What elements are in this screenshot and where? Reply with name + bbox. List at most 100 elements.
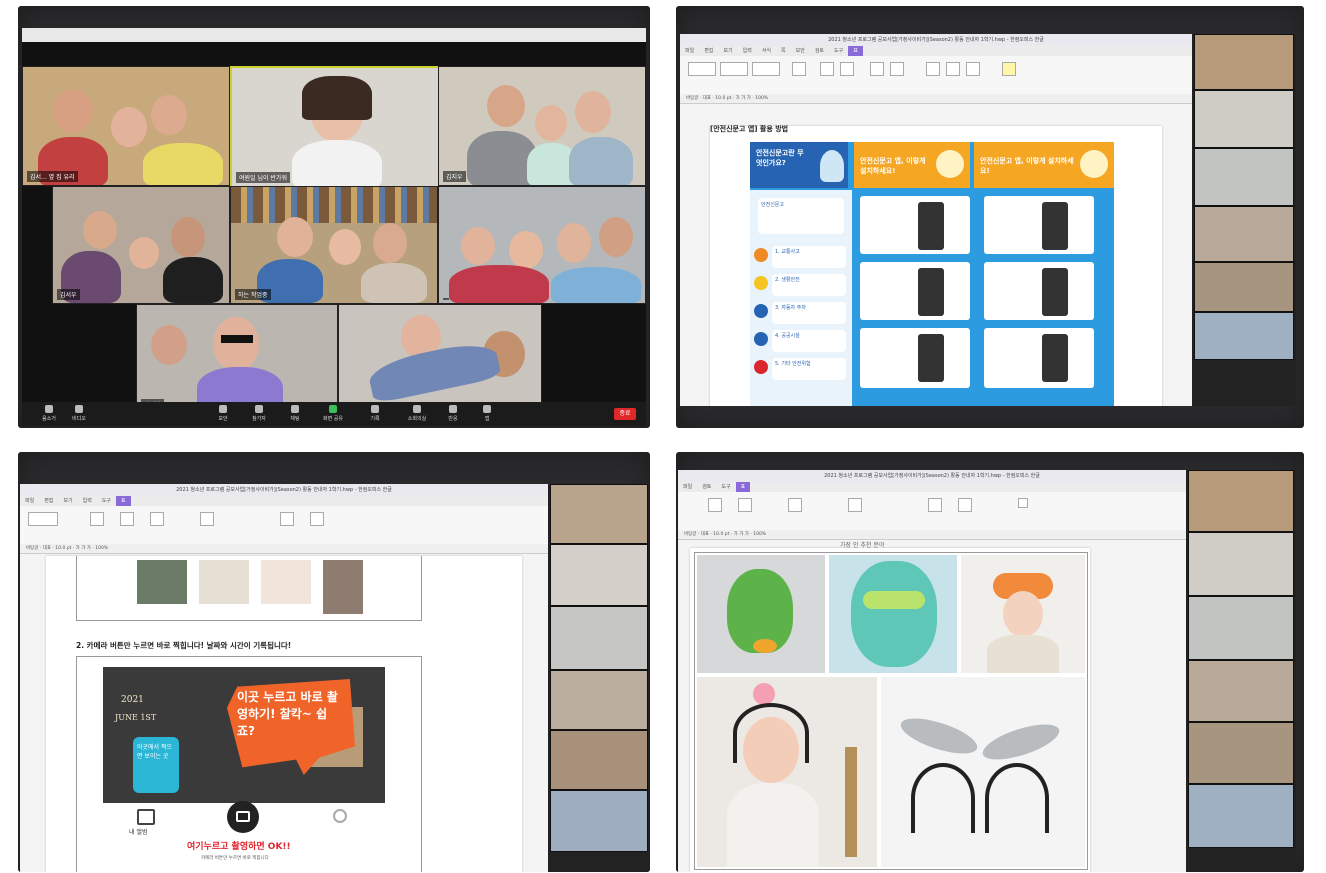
formula-icon[interactable]: [946, 62, 960, 76]
video-tile[interactable]: [1188, 784, 1294, 848]
menu-item[interactable]: 파일: [20, 496, 39, 506]
align-icon[interactable]: [150, 512, 164, 526]
cell-format-icon[interactable]: [200, 512, 214, 526]
formula-icon[interactable]: [958, 498, 972, 512]
pen-icon[interactable]: [792, 62, 806, 76]
video-tile[interactable]: [550, 606, 648, 670]
small-note: 카메라 버튼만 누르면 바로 찍힙니다: [201, 856, 269, 861]
formula-icon[interactable]: [280, 512, 294, 526]
menu-item[interactable]: 입력: [78, 496, 97, 506]
video-tile[interactable]: [1194, 148, 1294, 206]
video-tile[interactable]: [1194, 34, 1294, 90]
menu-item[interactable]: 편집: [39, 496, 58, 506]
video-tile[interactable]: [550, 544, 648, 606]
cell-format-icon[interactable]: [848, 498, 862, 512]
split-cells-icon[interactable]: [840, 62, 854, 76]
menu-item-active[interactable]: 표: [116, 496, 131, 506]
zoom-toolbar: 음소거 비디오 보안 참가자 채팅 화면 공유 기록 소회의실 반응 앱 종료: [22, 402, 646, 426]
table-icon[interactable]: [708, 498, 722, 512]
video-tile[interactable]: [550, 730, 648, 790]
shutter-button[interactable]: [227, 801, 259, 833]
caption: 가장 인 추천 분야: [840, 542, 885, 549]
video-tile-active-speaker[interactable]: 여원일 님이 반가워: [230, 66, 440, 188]
video-tile[interactable]: [550, 670, 648, 730]
breakout-rooms-button[interactable]: 소회의실: [406, 405, 428, 423]
record-button[interactable]: 기록: [364, 405, 386, 423]
merge-cells-icon[interactable]: [120, 512, 134, 526]
video-tile[interactable]: [1188, 596, 1294, 660]
menu-item[interactable]: 검토: [697, 482, 716, 492]
menu-item[interactable]: 파일: [680, 46, 699, 56]
table-icon[interactable]: [720, 62, 748, 76]
align-icon[interactable]: [890, 62, 904, 76]
callout-blue: 이곳에서 찍으면 보이는 곳: [133, 737, 179, 793]
video-tile[interactable]: 정지현: [136, 304, 338, 414]
menu-item[interactable]: 검토: [810, 46, 829, 56]
highlight-icon[interactable]: [1002, 62, 1016, 76]
video-tile[interactable]: [550, 790, 648, 852]
photo-hwp-camera-guide: 2021 청소년 프로그램 공모사업[가정사이비가](Season2) 활동 안…: [18, 452, 650, 872]
menu-item[interactable]: 쪽: [776, 46, 791, 56]
checkbox-icon[interactable]: [1018, 498, 1028, 508]
formula-icon[interactable]: [966, 62, 980, 76]
video-tile[interactable]: [1194, 90, 1294, 148]
menu-item[interactable]: 입력: [738, 46, 757, 56]
ribbon-toolbar: [20, 506, 548, 545]
video-tile[interactable]: [1194, 206, 1294, 262]
pen-icon[interactable]: [90, 512, 104, 526]
video-tile[interactable]: 김서우: [52, 186, 230, 304]
video-tile[interactable]: [1188, 532, 1294, 596]
cell-format-icon[interactable]: [926, 62, 940, 76]
album-icon[interactable]: [137, 809, 155, 825]
video-tile[interactable]: [1194, 312, 1294, 360]
document-page: 가장 인 추천 분야: [690, 542, 1090, 872]
table-icon[interactable]: [752, 62, 780, 76]
formula-icon[interactable]: [928, 498, 942, 512]
formula-icon[interactable]: [310, 512, 324, 526]
video-tile[interactable]: [1194, 262, 1294, 312]
end-meeting-button[interactable]: 종료: [614, 408, 636, 420]
zoom-gallery-sidebar: [1186, 470, 1296, 872]
table-icon[interactable]: [28, 512, 58, 526]
video-tile[interactable]: [550, 484, 648, 544]
poster-steps-grid: [858, 196, 1108, 406]
camera-screenshot-box: 2021 JUNE 1ST 이곳 누르고 바로 촬영하기! 찰칵~ 쉽죠? 이곳…: [76, 656, 422, 872]
mute-button[interactable]: 음소거: [38, 405, 60, 423]
photo-hwp-photo-grid: 2021 청소년 프로그램 공모사업[가정사이비가](Season2) 활동 안…: [676, 452, 1304, 872]
video-tile[interactable]: [438, 186, 646, 304]
video-tile[interactable]: [1188, 722, 1294, 784]
security-button[interactable]: 보안: [212, 405, 234, 423]
pen-icon[interactable]: [738, 498, 752, 512]
menu-item[interactable]: 파일: [678, 482, 697, 492]
zoom-window: 김서... 옆 집 유리 여원일 님이 반가워 김지우 김서우 하는 작업중 음…: [22, 28, 646, 426]
participants-button[interactable]: 참가자: [248, 405, 270, 423]
menu-item[interactable]: 서식: [757, 46, 776, 56]
video-tile[interactable]: [338, 304, 542, 414]
menu-item[interactable]: 보기: [58, 496, 77, 506]
menu-item[interactable]: 보안: [791, 46, 810, 56]
video-tile[interactable]: [1188, 470, 1294, 532]
menu-item[interactable]: 도구: [97, 496, 116, 506]
menu-item-active[interactable]: 표: [848, 46, 863, 56]
menu-item-active[interactable]: 표: [735, 482, 751, 492]
menu-bar: 파일 검토 도구 표: [678, 482, 1186, 492]
gear-icon[interactable]: [333, 809, 347, 823]
video-tile[interactable]: 하는 작업중: [230, 186, 438, 304]
chat-button[interactable]: 채팅: [284, 405, 306, 423]
menu-item[interactable]: 보기: [718, 46, 737, 56]
menu-item[interactable]: 도구: [716, 482, 735, 492]
apps-button[interactable]: 앱: [476, 405, 498, 423]
window-title: 2021 청소년 프로그램 공모사업[가정사이비가](Season2) 활동 안…: [20, 484, 548, 496]
table-icon[interactable]: [688, 62, 716, 76]
align-icon[interactable]: [870, 62, 884, 76]
align-icon[interactable]: [788, 498, 802, 512]
merge-cells-icon[interactable]: [820, 62, 834, 76]
menu-item[interactable]: 도구: [829, 46, 848, 56]
share-screen-button[interactable]: 화면 공유: [322, 405, 344, 423]
video-tile[interactable]: [1188, 660, 1294, 722]
video-tile[interactable]: 김지우: [438, 66, 646, 186]
menu-item[interactable]: 편집: [699, 46, 718, 56]
reactions-button[interactable]: 반응: [442, 405, 464, 423]
video-tile[interactable]: 김서... 옆 집 유리: [22, 66, 230, 186]
video-button[interactable]: 비디오: [68, 405, 90, 423]
